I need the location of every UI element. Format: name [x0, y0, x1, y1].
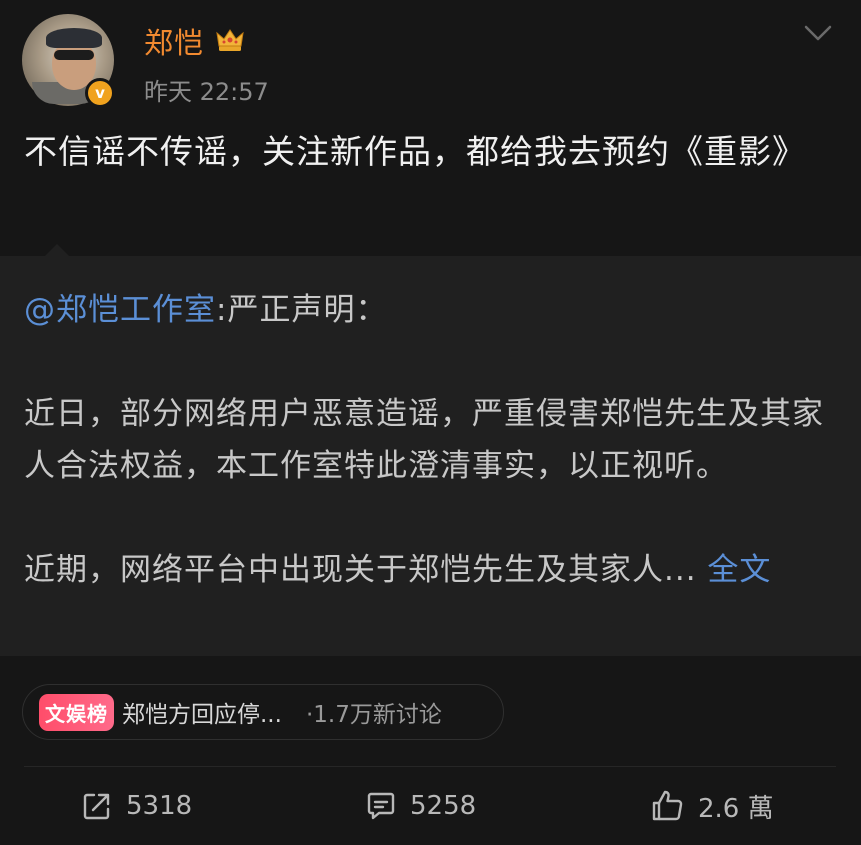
post-text: 不信谣不传谣，关注新作品，都给我去预约《重影》 [24, 132, 806, 171]
share-button[interactable]: 5318 [80, 786, 192, 826]
share-count: 5318 [126, 791, 193, 821]
comment-button[interactable]: 5258 [364, 786, 476, 826]
topic-count: ·1.7万新讨论 [305, 702, 442, 728]
repost-text: @郑恺工作室:严正声明： 近日，部分网络用户恶意造谣，严重侵害郑恺先生及其家人合… [24, 284, 829, 596]
topic-chip[interactable]: 文娱榜 郑恺方回应停... ·1.7万新讨论 [22, 684, 504, 740]
thumbs-up-icon [652, 790, 683, 821]
like-button[interactable]: 2.6 萬 [650, 786, 774, 826]
full-text-link[interactable]: 全文 [707, 552, 771, 588]
divider [24, 766, 836, 767]
avatar-glasses [54, 50, 94, 60]
comment-count: 5258 [410, 791, 477, 821]
crown-icon [216, 29, 244, 51]
topic-badge: 文娱榜 [39, 693, 114, 731]
repost-paragraph-2-wrap: 近期，网络平台中出现关于郑恺先生及其家人... 全文 [24, 544, 829, 596]
post-timestamp: 昨天 22:57 [144, 78, 269, 106]
like-count: 2.6 萬 [698, 793, 774, 824]
comment-icon [367, 792, 395, 820]
mention-link[interactable]: @郑恺工作室 [24, 292, 216, 328]
author-name[interactable]: 郑恺 [144, 20, 204, 62]
avatar-hat [46, 28, 102, 48]
topic-title: 郑恺方回应停... [122, 702, 282, 728]
repost-paragraph-2: 近期，网络平台中出现关于郑恺先生及其家人... [24, 552, 697, 588]
share-icon [83, 793, 110, 820]
chevron-down-icon[interactable] [802, 22, 834, 44]
repost-heading: @郑恺工作室:严正声明： [24, 284, 829, 336]
repost-paragraph-1: 近日，部分网络用户恶意造谣，严重侵害郑恺先生及其家人合法权益，本工作室特此澄清事… [24, 396, 824, 484]
weibo-post: v 郑恺 昨天 22:57 不信谣不传谣，关注新作品，都给我去预约《重影》 @郑… [0, 0, 861, 845]
repost-lead: :严正声明： [216, 292, 388, 328]
verified-badge-icon: v [85, 78, 115, 108]
